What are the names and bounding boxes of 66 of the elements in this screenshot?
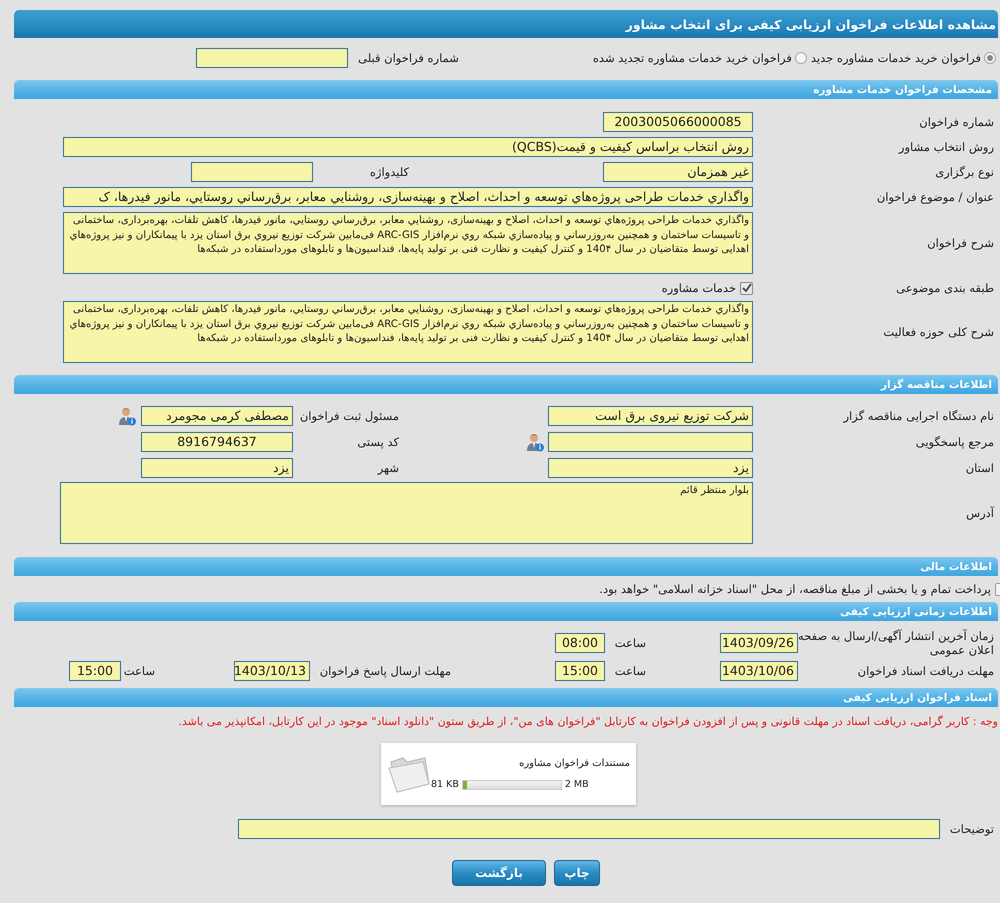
section-header: اطلاعات زمانی ارزیابی کیفی [14, 602, 998, 621]
input-field[interactable]: مصطفی کرمی مجومرد [141, 406, 293, 426]
section-header: اسناد فراخوان ارزیابی کیفی [14, 688, 998, 707]
checkbox[interactable] [740, 282, 753, 294]
radio-label: فراخوان خرید خدمات مشاوره تجدید شده [592, 51, 792, 65]
input-field[interactable]: 08:00 [555, 633, 605, 653]
field-label: نام دستگاه اجرایی مناقصه گزار [842, 409, 995, 423]
field-label: شماره فراخوان قبلی [358, 51, 459, 65]
field-label: ساعت [614, 664, 647, 678]
text-area[interactable]: واگذاري خدمات طراحی پروژه‌هاي توسعه و احداث، اصلاح و بهینه‌سازی، روشنایي معابر، برق‌رساني روستايي، مانور فیدرها، کاهش تلفات، بهره‌برداری، ساختمانی و تاسیسات ساختمان و همچنین به‌روزرساني و پیاده‌سازي شبکه روي نرم‌افزار ARC-GIS فی‌مابین شرکت توزیع نیروي برق استان یزد با پیمانکاران و نیز پروژه‌هاي اهدایی توسط متقاضیان در سال 140۴ و کنترل کیفیت و نظارت فنی بر تولید پایه‌ها، فنداسیون‌ها و تابلوهای مورداستفاده در شبکه‌ها [63, 301, 753, 363]
field-label: شهر [376, 461, 400, 475]
input-field[interactable]: 8916794637 [141, 432, 293, 452]
input-field[interactable]: 15:00 [69, 661, 121, 681]
input-field[interactable]: یزد [548, 458, 753, 478]
size-limit: 2 MB [564, 779, 589, 790]
field-label: مهلت دریافت اسناد فراخوان [856, 664, 995, 678]
input-field[interactable]: 2003005066000085 [603, 112, 753, 132]
file-size: 81 KB [431, 779, 459, 790]
input-field[interactable] [196, 48, 348, 68]
field-label: کلیدواژه [368, 164, 410, 178]
field-label: مرجع پاسخگویی [914, 435, 995, 449]
print-button[interactable]: چاپ [554, 860, 600, 886]
field-label: ساعت [614, 636, 647, 650]
field-label: شرح فراخوان [926, 236, 995, 250]
field-label: عنوان / موضوع فراخوان [876, 190, 995, 204]
field-label: طبقه بندی موضوعی [895, 281, 995, 295]
text-area[interactable]: واگذاري خدمات طراحی پروژه‌هاي توسعه و احداث، اصلاح و بهینه‌سازی، روشنایي معابر، برق‌رساني روستايي، مانور فیدرها، کاهش تلفات، بهره‌برداری، ساختمانی و تاسیسات ساختمان و همچنین به‌روزرساني و پیاده‌سازي شبکه روي نرم‌افزار ARC-GIS فی‌مابین شرکت توزیع نیروي برق استان یزد با پیمانکاران و نیز پروژه‌هاي اهدایی توسط متقاضیان در سال 140۴ و کنترل کیفیت و نظارت فنی بر تولید پایه‌ها، فنداسیون‌ها و تابلوهای مورداستفاده در شبکه‌ها [63, 212, 753, 274]
field-label: ساعت [122, 664, 156, 678]
field-label: زمان آخرین انتشار آگهی/ارسال به صفحه اعلان عمومی [798, 629, 995, 657]
section-header: اطلاعات مناقصه گزار [14, 375, 998, 394]
section-header: مشخصات فراخوان خدمات مشاوره [14, 80, 998, 99]
radio-button[interactable] [984, 52, 996, 64]
input-field[interactable]: 1403/10/06 [720, 661, 798, 681]
field-label: کد پستی [356, 435, 400, 449]
window-title: مشاهده اطلاعات فراخوان ارزیابی کیفی برای انتخاب مشاور [14, 10, 998, 38]
field-label: شرح کلی حوزه فعالیت [882, 325, 995, 339]
text-area[interactable]: بلوار منتظر قائم [60, 482, 753, 544]
checkbox-label: خدمات مشاوره [662, 281, 736, 295]
radio-label: فراخوان خرید خدمات مشاوره جدید [810, 51, 981, 65]
input-field[interactable]: واگذاري خدمات طراحی پروژه‌هاي توسعه و احداث، اصلاح و بهینه‌سازی، روشنایي معابر، برق‌رساني روستايي، مانور فیدرها، ک [63, 186, 753, 206]
field-label: مهلت ارسال پاسخ فراخوان [318, 664, 452, 678]
input-field[interactable]: روش انتخاب براساس کیفیت و قیمت(QCBS) [63, 136, 753, 156]
input-field[interactable] [238, 819, 940, 839]
input-field[interactable]: غیر همزمان [603, 162, 753, 182]
checkbox-label: پرداخت تمام و یا بخشی از مبلغ مناقصه، از محل "اسناد خزانه اسلامی" خواهد بود. [599, 582, 991, 596]
back-button[interactable]: بازگشت [452, 860, 546, 886]
section-header: اطلاعات مالی [14, 557, 998, 576]
field-label: شماره فراخوان [918, 114, 995, 128]
radio-button[interactable] [794, 52, 807, 64]
field-label: روش انتخاب مشاور [897, 140, 995, 154]
input-field[interactable] [548, 432, 753, 452]
field-label: مسئول ثبت فراخوان [298, 409, 400, 423]
user-icon[interactable] [118, 406, 136, 426]
file-name: مستندات فراخوان مشاوره [518, 758, 630, 769]
input-field[interactable]: 1403/09/26 [720, 633, 798, 653]
input-field[interactable]: 1403/10/13 [234, 661, 310, 681]
user-icon[interactable] [526, 432, 544, 452]
field-label: توضیحات [948, 822, 995, 836]
field-label: آدرس [965, 506, 996, 520]
field-label: نوع برگزاری [934, 164, 995, 178]
input-field[interactable]: یزد [141, 458, 293, 478]
input-field[interactable]: شرکت توزیع نیروی برق است [548, 406, 753, 426]
notice-text: وجه : کاربر گرامی، دریافت اسناد در مهلت قانونی و پس از افزودن فراخوان به کارتابل "فراخوان های من"، از طریق ستون "دانلود اسناد" موجود در این کارتابل، امکانپذیر می باشد. [177, 714, 998, 730]
input-field[interactable] [191, 162, 313, 182]
field-label: استان [964, 461, 995, 475]
input-field[interactable]: 15:00 [555, 661, 605, 681]
